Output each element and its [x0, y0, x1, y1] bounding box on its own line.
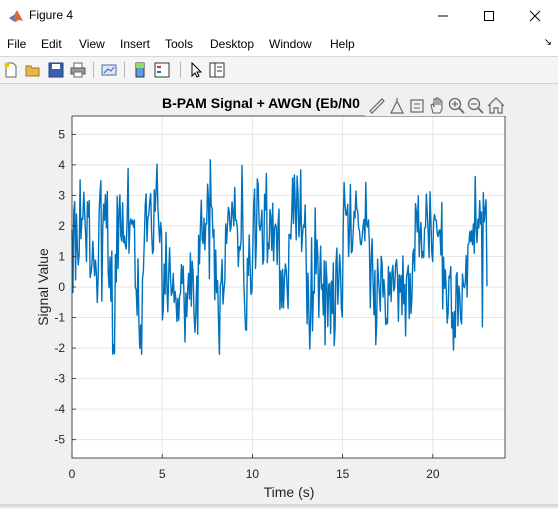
y-tick-label: -5 [54, 433, 65, 447]
close-button[interactable] [512, 0, 558, 32]
x-axis-label: Time (s) [264, 484, 315, 500]
title-bar: Figure 4 [0, 0, 558, 32]
y-tick-label: 5 [58, 127, 65, 141]
y-tick-label: 1 [58, 249, 65, 263]
menu-insert[interactable]: Insert [120, 37, 150, 51]
y-axis-label: Signal Value [35, 248, 51, 326]
save-icon[interactable] [47, 61, 65, 79]
insert-legend-icon[interactable] [153, 61, 171, 79]
toolbar-separator [93, 62, 94, 78]
y-tick-label: -2 [54, 341, 65, 355]
menu-window[interactable]: Window [269, 37, 312, 51]
minimize-button[interactable] [420, 0, 466, 32]
x-tick-label: 15 [336, 467, 350, 481]
link-plot-icon[interactable] [100, 61, 118, 79]
insert-colorbar-icon[interactable] [131, 61, 149, 79]
toolbar-separator [180, 62, 181, 78]
maximize-icon [484, 11, 494, 21]
open-file-icon[interactable] [24, 61, 42, 79]
axes-toolbar [365, 94, 507, 116]
x-tick-label: 10 [246, 467, 260, 481]
edit-plot-icon[interactable] [187, 61, 205, 79]
y-tick-label: 2 [58, 219, 65, 233]
toolbar-separator [124, 62, 125, 78]
y-tick-label: 4 [58, 158, 65, 172]
menu-desktop[interactable]: Desktop [210, 37, 254, 51]
x-tick-label: 20 [426, 467, 440, 481]
y-tick-label: 3 [58, 188, 65, 202]
y-tick-label: -1 [54, 311, 65, 325]
menu-overflow-arrow-icon[interactable]: ↘ [544, 37, 552, 48]
menu-help[interactable]: Help [330, 37, 355, 51]
window-title: Figure 4 [29, 8, 74, 22]
line-chart[interactable]: 0 5 10 15 20543210-1-2-3-4-5 B-PAM Signal + … [0, 84, 558, 504]
minimize-icon [438, 15, 448, 17]
y-tick-label: -4 [54, 402, 65, 416]
new-figure-icon[interactable] [2, 61, 20, 79]
chart-title: B-PAM Signal + AWGN (Eb/N0 [162, 95, 360, 111]
menu-view[interactable]: View [79, 37, 105, 51]
property-inspector-icon[interactable] [208, 61, 226, 79]
print-icon[interactable] [69, 61, 87, 79]
figure-toolbar [0, 57, 558, 84]
y-tick-label: 0 [58, 280, 65, 294]
menu-tools[interactable]: Tools [165, 37, 193, 51]
menu-file[interactable]: File [7, 37, 26, 51]
menu-bar: File Edit View Insert Tools Desktop Wind… [0, 32, 558, 57]
x-tick-label: 0 [69, 467, 76, 481]
figure-area: 0 5 10 15 20 5 4 3 2 1 0 -1 -2 -3 -4 -5 B-PAM Signal + … [0, 84, 558, 504]
close-icon [529, 10, 541, 22]
y-tick-label: -3 [54, 372, 65, 386]
x-tick-label: 5 [159, 467, 166, 481]
maximize-button[interactable] [466, 0, 512, 32]
menu-edit[interactable]: Edit [41, 37, 62, 51]
matlab-logo-icon [9, 10, 23, 22]
